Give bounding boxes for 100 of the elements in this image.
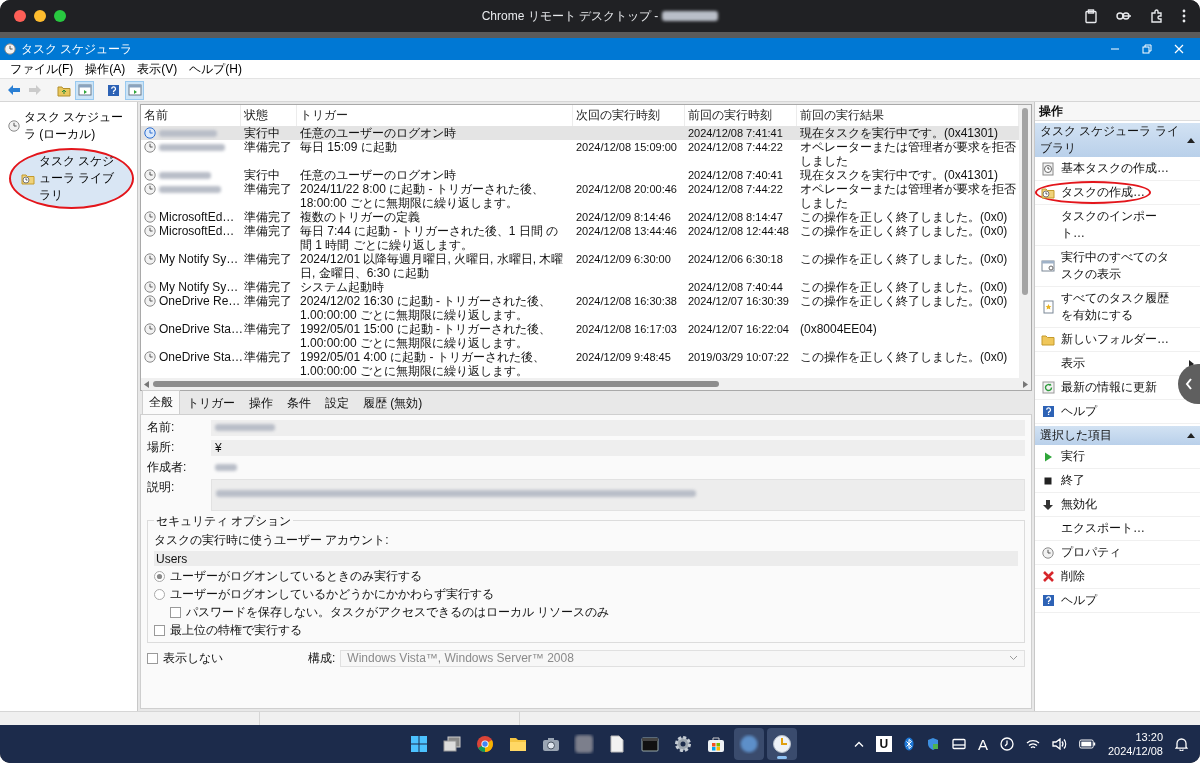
- clock-icon: [144, 169, 156, 181]
- back-arrow-icon[interactable]: [6, 84, 21, 96]
- collapse-icon[interactable]: [1187, 433, 1195, 438]
- action-item[interactable]: 実行中のすべてのタスクの表示: [1035, 246, 1180, 286]
- menu-item[interactable]: ヘルプ(H): [183, 59, 248, 79]
- table-row[interactable]: OneDrive Sta…準備完了 1992/05/01 4:00 に起動 - トリガーされた後、1.00:00:00 ごとに無期限に繰り返します。 2024/12/09 9:48:45 2019/03/29 10:07:22 この操作を正しく終了しました。(0x0): [141, 350, 1019, 378]
- browser-icon[interactable]: [475, 735, 494, 753]
- tab[interactable]: 条件: [280, 392, 318, 414]
- blurred-app-icon[interactable]: [573, 734, 594, 754]
- speaker-icon[interactable]: [1051, 738, 1067, 750]
- field-label: 名前:: [147, 419, 176, 436]
- panel-icon[interactable]: [127, 84, 142, 96]
- tab[interactable]: 操作: [242, 392, 280, 414]
- panel-icon[interactable]: [77, 84, 92, 96]
- vertical-scrollbar[interactable]: [1019, 105, 1031, 378]
- action-item[interactable]: 新しいフォルダー…: [1035, 328, 1175, 351]
- notification-bell-icon[interactable]: [1175, 737, 1188, 751]
- menu-item[interactable]: ファイル(F): [4, 59, 80, 79]
- clock-button[interactable]: 13:20 2024/12/08: [1107, 730, 1163, 758]
- zoom-button[interactable]: [54, 10, 66, 22]
- action-item[interactable]: タスクのインポート…: [1035, 205, 1180, 245]
- close-button[interactable]: [14, 10, 26, 22]
- clipboard-icon[interactable]: [1084, 8, 1098, 24]
- clock-icon[interactable]: [771, 734, 792, 754]
- table-row[interactable]: OneDrive Re… 準備完了 2024/12/02 16:30 に起動 - トリガーされた後、1.00:00:00 ごとに無期限に繰り返します。 2024/12/08 16:30:38 2024/12/07 16:30:39 この操作を正しく終了しました。(0x0): [141, 294, 1019, 322]
- action-item[interactable]: 実行: [1035, 445, 1091, 468]
- tray-app-icon[interactable]: U: [875, 736, 892, 752]
- menu-item[interactable]: 操作(A): [79, 59, 132, 79]
- table-cell-text: 1992/05/01 15:00 に起動 - トリガーされた後、1.00:00:00 ごとに無期限に繰り返します。: [299, 322, 553, 350]
- blurred-app-icon[interactable]: [738, 734, 759, 754]
- table-cell-text: 2024/12/08 20:00:46: [575, 182, 678, 197]
- horizontal-scrollbar[interactable]: [141, 378, 1031, 390]
- tab[interactable]: 設定: [318, 392, 356, 414]
- restore-icon[interactable]: [1142, 44, 1152, 54]
- tab[interactable]: 履歴 (無効): [356, 392, 430, 414]
- terminal-icon[interactable]: [640, 736, 659, 752]
- taskbar-button[interactable]: [766, 728, 797, 760]
- start-icon[interactable]: [409, 735, 428, 753]
- action-item[interactable]: プロパティ: [1035, 541, 1127, 564]
- action-item[interactable]: 基本タスクの作成…: [1035, 157, 1175, 180]
- help-icon[interactable]: [107, 83, 120, 97]
- table-row[interactable]: My Notify Sy… 準備完了 2024/12/01 以降毎週月曜日, 火曜日, 水曜日, 木曜日, 金曜日、6:30 に起動 2024/12/09 6:30:00 2024/12/06 6:30:18 この操作を正しく終了しました。(0x0): [141, 252, 1019, 280]
- action-item[interactable]: 削除: [1035, 565, 1091, 588]
- folder-icon[interactable]: [508, 736, 527, 752]
- clock-icon: [4, 43, 16, 55]
- action-item[interactable]: 終了: [1035, 469, 1091, 492]
- radio-button[interactable]: [154, 570, 165, 582]
- toggle-button[interactable]: [125, 80, 144, 100]
- tab[interactable]: 全般: [142, 390, 180, 414]
- key-icon[interactable]: [1116, 11, 1132, 21]
- folder-up-icon[interactable]: [56, 83, 71, 97]
- battery-icon[interactable]: [1078, 739, 1096, 749]
- section-header[interactable]: 選択した項目: [1035, 426, 1200, 445]
- action-item[interactable]: 最新の情報に更新: [1035, 376, 1163, 399]
- collapse-icon[interactable]: [1187, 137, 1195, 143]
- table-row[interactable]: 実行中 任意のユーザーのログオン時 2024/12/08 7:40:41 現在タスクを実行中です。(0x41301): [141, 168, 1019, 182]
- input-mode-indicator[interactable]: A: [977, 735, 988, 753]
- table-cell-text: 準備完了: [243, 322, 293, 338]
- table-row[interactable]: 実行中 任意のユーザーのログオン時 2024/12/08 7:41:41 現在タスクを実行中です。(0x41301): [141, 126, 1019, 140]
- table-row[interactable]: MicrosoftEd… 準備完了 複数のトリガーの定義 2024/12/09 8:14:46 2024/12/08 8:14:47 この操作を正しく終了しました。(0x0): [141, 210, 1019, 224]
- store-icon[interactable]: [706, 735, 725, 753]
- camera-icon[interactable]: [541, 736, 560, 752]
- action-item[interactable]: すべてのタスク履歴を有効にする: [1035, 287, 1180, 327]
- table-row[interactable]: 準備完了 毎日 15:09 に起動 2024/12/08 15:09:00 2024/12/08 7:44:22 オペレーターまたは管理者が要求を拒否しました: [141, 140, 1019, 168]
- action-item[interactable]: ヘルプ: [1035, 589, 1103, 612]
- action-item[interactable]: エクスポート…: [1035, 517, 1151, 540]
- menu-item[interactable]: 表示(V): [131, 59, 184, 79]
- checkbox[interactable]: [154, 624, 165, 636]
- section-header[interactable]: タスク スケジューラ ライブラリ: [1035, 123, 1200, 157]
- table-cell-text: 準備完了: [243, 140, 293, 156]
- action-item[interactable]: 表示: [1035, 352, 1091, 375]
- bluetooth-icon[interactable]: [903, 737, 914, 751]
- wifi-icon[interactable]: [1025, 738, 1040, 750]
- tree-item[interactable]: タスク スケジューラ (ローカル): [3, 106, 134, 146]
- checkbox[interactable]: [147, 652, 158, 664]
- more-menu-icon[interactable]: [1182, 9, 1186, 23]
- drive-icon[interactable]: [951, 738, 966, 750]
- toggle-button[interactable]: [75, 80, 94, 100]
- checkbox[interactable]: [170, 606, 181, 618]
- close-icon[interactable]: [1174, 44, 1184, 54]
- radio-button[interactable]: [154, 588, 165, 600]
- table-row[interactable]: MicrosoftEd… 準備完了 毎日 7:44 に起動 - トリガーされた後、1 日間 の間 1 時間 ごとに繰り返します。 2024/12/08 13:44:46 2024/12/08 12:44:48 この操作を正しく終了しました。(0x0): [141, 224, 1019, 252]
- minimize-button[interactable]: [34, 10, 46, 22]
- action-item[interactable]: ヘルプ: [1035, 400, 1103, 423]
- action-item[interactable]: 無効化: [1035, 493, 1103, 516]
- table-cell-text: 2024/12/08 8:14:47: [687, 210, 784, 224]
- table-row[interactable]: OneDrive Sta…準備完了 1992/05/01 15:00 に起動 - トリガーされた後、1.00:00:00 ごとに無期限に繰り返します。 2024/12/08 16:17:03 2024/12/07 16:22:04 (0x8004EE04): [141, 322, 1019, 350]
- tree-item[interactable]: タスク スケジューラ ライブラリ: [9, 148, 134, 209]
- chevron-left-icon: [1185, 378, 1193, 390]
- extension-icon[interactable]: [1150, 9, 1164, 23]
- document-icon[interactable]: [609, 735, 624, 753]
- table-cell-text: 準備完了: [243, 182, 293, 198]
- settings-icon[interactable]: [673, 735, 692, 753]
- tab[interactable]: トリガー: [180, 392, 242, 414]
- table-row[interactable]: My Notify Sy… 準備完了 システム起動時 2024/12/08 7:40:44 この操作を正しく終了しました。(0x0): [141, 280, 1019, 294]
- action-item[interactable]: タスクの作成…: [1035, 181, 1151, 204]
- chevron-up-icon[interactable]: [853, 741, 864, 747]
- shield-icon[interactable]: [925, 737, 940, 751]
- table-row[interactable]: 準備完了 2024/11/22 8:00 に起動 - トリガーされた後、18:00:00 ごとに無期限に繰り返します。 2024/12/08 20:00:46 2024/12/08 7:44:22 オペレーターまたは管理者が要求を拒否しました: [141, 182, 1019, 210]
- task-view-icon[interactable]: [442, 736, 461, 752]
